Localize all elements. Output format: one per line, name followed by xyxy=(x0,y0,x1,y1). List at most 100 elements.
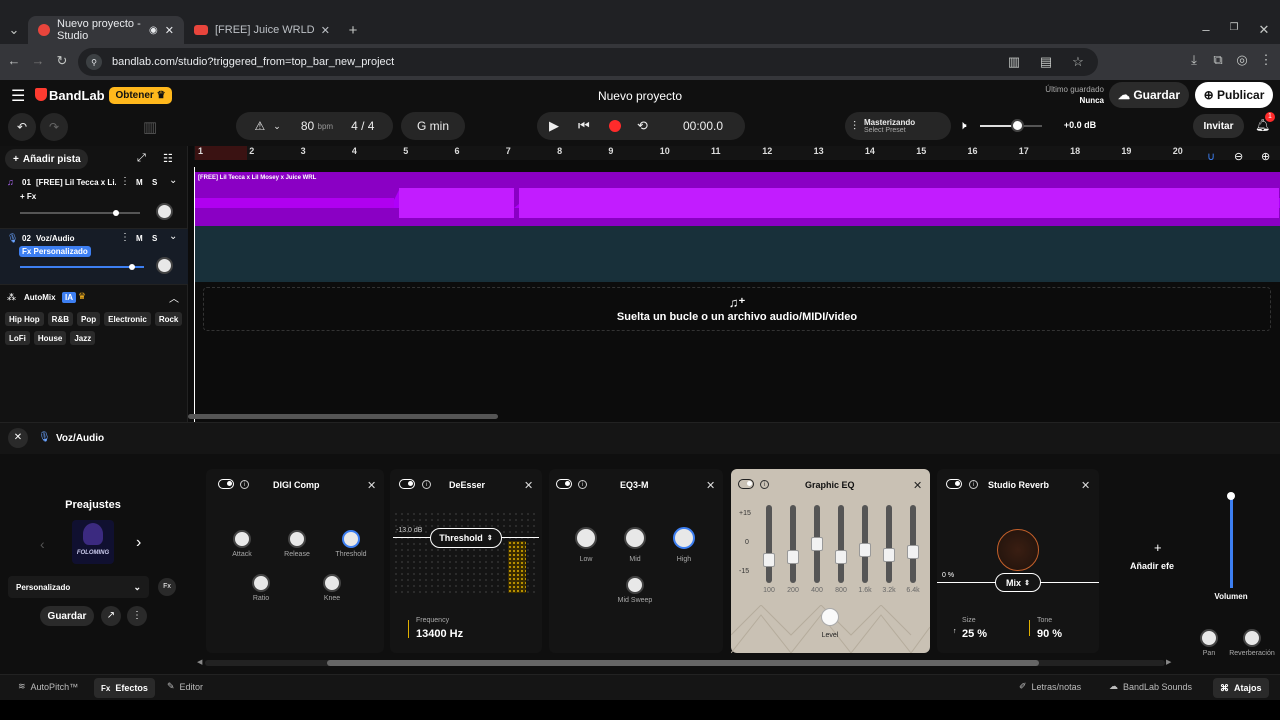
eq-band-fader-cap[interactable] xyxy=(763,553,775,567)
metronome-chevron-icon[interactable]: ⌄ xyxy=(273,121,281,132)
eq-band-fader-cap[interactable] xyxy=(787,549,799,564)
add-track-button[interactable]: + Añadir pista xyxy=(5,149,88,169)
preset-artwork[interactable]: FOLOMING xyxy=(72,520,114,564)
browser-menu-icon[interactable]: ⋮ xyxy=(1256,52,1276,68)
save-button[interactable]: ☁ Guardar xyxy=(1109,82,1189,108)
more-options-icon[interactable]: ⋮ xyxy=(127,606,147,626)
mid-sweep-knob[interactable] xyxy=(626,576,644,594)
preset-next-icon[interactable]: › xyxy=(136,534,141,552)
track-menu-icon[interactable]: ⋮ xyxy=(120,232,130,243)
audio-region-vocal-empty[interactable] xyxy=(194,226,1280,282)
release-knob[interactable] xyxy=(288,530,306,548)
shortcuts-tab[interactable]: ⌘ Atajos xyxy=(1213,678,1269,698)
size-value[interactable]: 25 % xyxy=(962,628,987,640)
profile-icon[interactable]: ◎ xyxy=(1232,52,1252,68)
remove-effect-icon[interactable]: ✕ xyxy=(524,479,533,492)
solo-button[interactable]: S xyxy=(152,234,157,243)
genre-chip[interactable]: LoFi xyxy=(5,331,30,345)
restore-icon[interactable]: ❐ xyxy=(1224,22,1244,33)
undo-button[interactable]: ↶ xyxy=(8,113,36,141)
get-pro-button[interactable]: Obtener ♛ xyxy=(109,87,172,104)
remove-effect-icon[interactable]: ✕ xyxy=(706,479,715,492)
ratio-knob[interactable] xyxy=(252,574,270,592)
eq-band-fader[interactable] xyxy=(790,505,796,583)
speaker-icon[interactable]: 🕨 xyxy=(959,118,967,133)
publish-button[interactable]: ⊕ Publicar xyxy=(1195,82,1273,108)
preset-select[interactable]: Personalizado ⌄ xyxy=(8,576,149,598)
collapse-chevron-icon[interactable]: ︿ xyxy=(169,290,179,305)
info-icon[interactable]: i xyxy=(422,480,431,489)
track-row[interactable]: ♫ 01 [FREE] Lil Tecca x Li... ⋮ M S ⌄ + … xyxy=(0,173,188,229)
time-sig-den[interactable]: 4 xyxy=(368,119,375,133)
info-icon[interactable]: i xyxy=(578,480,587,489)
preset-prev-icon[interactable]: ‹ xyxy=(40,536,45,552)
master-volume-knob[interactable] xyxy=(1011,119,1025,132)
invite-button[interactable]: Invitar xyxy=(1193,114,1244,138)
snap-magnet-icon[interactable]: ∪ xyxy=(1207,150,1215,163)
rewind-icon[interactable]: ⏮ xyxy=(578,118,590,134)
add-effect-plus-icon[interactable]: + xyxy=(1154,540,1162,555)
eq-band-fader-cap[interactable] xyxy=(907,545,919,559)
low-knob[interactable] xyxy=(575,527,597,549)
expand-chevron-icon[interactable]: ⌄ xyxy=(169,231,177,242)
zoom-in-icon[interactable]: ⊕ xyxy=(1261,150,1270,163)
time-sig-num[interactable]: 4 xyxy=(351,119,358,133)
key-selector[interactable]: G min xyxy=(401,112,465,140)
level-knob[interactable] xyxy=(821,608,839,626)
share-icon[interactable]: ↗ xyxy=(101,606,121,626)
eq-band-fader[interactable] xyxy=(886,505,892,583)
mid-knob[interactable] xyxy=(624,527,646,549)
genre-chip[interactable]: Electronic xyxy=(104,312,151,326)
master-volume-slider[interactable] xyxy=(980,119,1042,132)
back-icon[interactable]: ← xyxy=(4,53,24,68)
genre-chip[interactable]: R&B xyxy=(47,312,74,326)
info-icon[interactable]: i xyxy=(240,480,249,489)
track-volume-knob[interactable] xyxy=(113,210,119,216)
deesser-mode-dropdown[interactable]: Threshold ⇕ xyxy=(430,528,502,548)
lyrics-tab[interactable]: ✐ Letras/notas xyxy=(1019,681,1081,692)
track-row[interactable]: 🎙︎ 02 Voz/Audio ⋮ M S ⌄ Fx Personalizado xyxy=(0,229,188,285)
browser-tab-inactive[interactable]: [FREE] Juice WRLD x Lil Tecca Ty ✕ xyxy=(184,16,340,44)
track-menu-icon[interactable]: ⋮ xyxy=(120,176,130,187)
mixer-icon[interactable]: ▥ xyxy=(143,118,157,136)
remove-effect-icon[interactable]: ✕ xyxy=(913,479,922,492)
drop-zone[interactable]: ♫⁺ Suelta un bucle o un archivo audio/MI… xyxy=(203,287,1271,331)
power-toggle[interactable] xyxy=(738,479,754,489)
tab-search-chevron-icon[interactable]: ⌄ xyxy=(4,22,24,38)
close-tab-icon[interactable]: ✕ xyxy=(165,24,174,37)
metronome-icon[interactable]: ⚠ xyxy=(255,119,266,133)
new-tab-icon[interactable]: + xyxy=(343,22,363,39)
audio-region-instrumental[interactable]: [FREE] Lil Tecca x Lil Mosey x Juice WRL xyxy=(194,172,1280,226)
bpm-value[interactable]: 80 xyxy=(301,119,314,133)
close-fx-icon[interactable]: ✕ xyxy=(8,428,28,448)
track-volume-slider[interactable] xyxy=(20,264,144,270)
track-fx-button[interactable]: Fx Personalizado xyxy=(19,246,91,257)
zoom-out-icon[interactable]: ⊖ xyxy=(1234,150,1243,163)
project-title[interactable]: Nuevo proyecto xyxy=(560,89,720,103)
playhead[interactable] xyxy=(194,167,195,422)
power-toggle[interactable] xyxy=(218,479,234,489)
track-settings-icon[interactable]: ☷ xyxy=(163,152,173,165)
solo-button[interactable]: S xyxy=(152,178,157,187)
editor-tab[interactable]: ✎ Editor xyxy=(167,681,203,692)
remove-effect-icon[interactable]: ✕ xyxy=(367,479,376,492)
close-window-icon[interactable]: ✕ xyxy=(1254,22,1274,38)
eq-band-fader-cap[interactable] xyxy=(883,548,895,563)
fx-scrollbar-track[interactable] xyxy=(205,660,1165,666)
pan-knob[interactable] xyxy=(1200,629,1218,647)
track-name[interactable]: Voz/Audio xyxy=(36,234,75,243)
track-name[interactable]: [FREE] Lil Tecca x Li... xyxy=(36,178,116,187)
eq-band-fader-cap[interactable] xyxy=(811,537,823,551)
close-tab-icon[interactable]: ✕ xyxy=(321,24,330,37)
genre-chip[interactable]: Rock xyxy=(154,312,183,326)
power-toggle[interactable] xyxy=(946,479,962,489)
info-icon[interactable]: i xyxy=(969,480,978,489)
attack-knob[interactable] xyxy=(233,530,251,548)
track-volume-slider[interactable] xyxy=(20,210,140,216)
bandlab-sounds-tab[interactable]: ☁ BandLab Sounds xyxy=(1109,681,1192,692)
expand-chevron-icon[interactable]: ⌄ xyxy=(169,175,177,186)
address-bar[interactable]: ⚲ bandlab.com/studio?triggered_from=top_… xyxy=(78,48,1098,76)
site-info-icon[interactable]: ⚲ xyxy=(86,54,102,70)
power-toggle[interactable] xyxy=(556,479,572,489)
track-fx-button[interactable]: + Fx xyxy=(20,192,36,201)
